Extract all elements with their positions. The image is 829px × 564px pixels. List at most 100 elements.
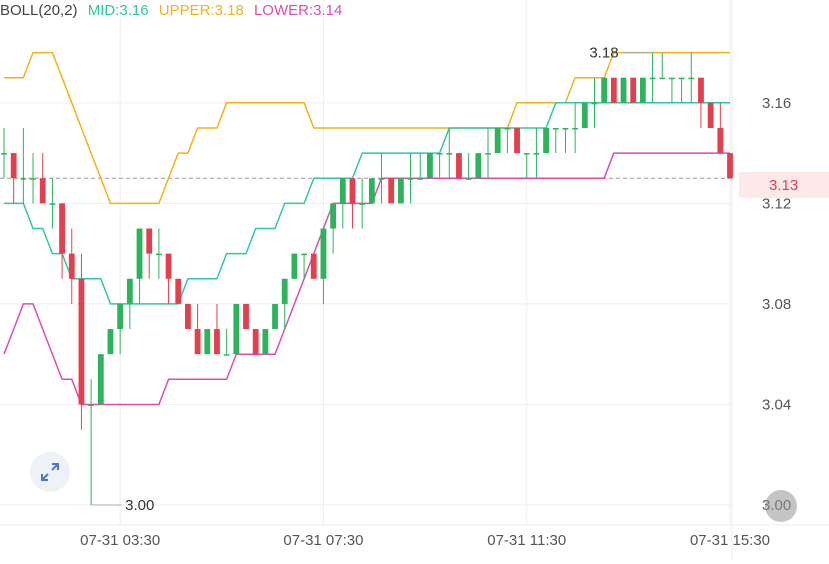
candle-body (126, 278, 133, 304)
candle-body (591, 102, 598, 105)
candle-body (659, 77, 666, 80)
candle-body (610, 77, 617, 103)
candle-body (427, 153, 433, 179)
candle-body (465, 178, 472, 180)
candle-body (281, 278, 288, 304)
candle-body (339, 178, 346, 204)
chart-canvas[interactable]: 3.163.123.083.043.0007-31 03:3007-31 07:… (0, 0, 829, 559)
candle-body (146, 228, 153, 254)
candle-body (717, 127, 724, 154)
candle-body (88, 404, 95, 406)
candle-body (20, 178, 27, 180)
candle-body (68, 253, 75, 279)
candle-body (368, 178, 375, 204)
upper-band-line (4, 51, 730, 205)
candle-body (155, 253, 162, 256)
candle-body (10, 153, 17, 179)
candlesticks (1, 52, 733, 505)
candle-body (378, 178, 385, 180)
current-price-badge: 3.13 (739, 172, 829, 198)
candle-body (252, 329, 259, 355)
candle-body (669, 77, 675, 80)
legend-upper: UPPER:3.18 (158, 2, 244, 19)
candle-body (117, 303, 124, 330)
candle-body (552, 127, 559, 130)
x-tick-label: 07-31 11:30 (487, 532, 566, 549)
candle-body (562, 127, 569, 130)
legend-mid: MID:3.16 (87, 2, 149, 19)
candle-body (204, 329, 211, 355)
candle-body (97, 354, 104, 405)
candle-body (214, 329, 220, 355)
candle-body (494, 127, 501, 154)
candle-body (243, 303, 249, 330)
candle-body (649, 77, 656, 80)
legend-boll: BOLL(20,2) (0, 2, 78, 19)
candle-body (320, 228, 327, 279)
candle-body (581, 102, 588, 128)
x-tick-label: 07-31 03:30 (80, 532, 160, 549)
candle-body (233, 303, 240, 355)
candle-body (301, 253, 307, 256)
candle-body (359, 203, 366, 205)
candle-body (407, 178, 414, 180)
candle-body (107, 329, 114, 355)
candle-body (310, 253, 317, 279)
candle-body (185, 303, 191, 330)
candle-body (533, 153, 540, 155)
candle-body (504, 127, 511, 130)
grid-layer (0, 0, 829, 559)
candle-body (194, 329, 201, 355)
candle-body (397, 178, 404, 204)
current-price-label: 3.13 (769, 176, 799, 194)
candle-body (388, 178, 395, 204)
candle-body (262, 329, 269, 355)
scroll-indicator[interactable] (765, 490, 797, 522)
candle-body (727, 153, 733, 179)
candle-body (688, 77, 695, 80)
candle-body (165, 253, 172, 279)
candle-body (136, 228, 143, 279)
candle-body (678, 77, 685, 80)
y-tick-label: 3.04 (762, 396, 791, 413)
candle-body (698, 77, 704, 103)
candle-body (175, 278, 182, 304)
candle-body (572, 127, 579, 130)
max-price-label: 3.18 (589, 45, 618, 62)
candle-body (417, 178, 424, 180)
lower-band-line (3, 152, 730, 406)
candle-body (291, 253, 298, 279)
candle-body (456, 153, 462, 179)
candle-body (30, 178, 36, 180)
axis-labels: 3.163.123.083.043.0007-31 03:3007-31 07:… (80, 45, 791, 549)
candle-body (620, 77, 627, 103)
legend-lower: LOWER:3.14 (253, 2, 343, 19)
boll-chart[interactable]: 3.163.123.083.043.0007-31 03:3007-31 07:… (0, 0, 829, 559)
y-tick-label: 3.08 (762, 296, 791, 313)
x-tick-label: 07-31 15:30 (690, 532, 770, 549)
min-price-label: 3.00 (125, 497, 154, 514)
candle-body (543, 127, 549, 154)
candle-body (523, 153, 530, 155)
candle-body (59, 203, 65, 254)
candle-body (485, 153, 491, 155)
candle-body (639, 77, 646, 103)
candle-body (707, 102, 714, 128)
indicator-legend: BOLL(20,2) MID:3.16 UPPER:3.18 LOWER:3.1… (0, 2, 348, 19)
candle-body (39, 178, 46, 204)
expand-diagonal-icon (41, 463, 59, 481)
expand-button[interactable] (30, 452, 70, 492)
candle-body (78, 278, 85, 405)
candle-body (330, 203, 337, 229)
candle-body (514, 127, 520, 154)
candle-body (349, 178, 356, 204)
candle-body (49, 203, 56, 205)
candle-body (1, 153, 7, 155)
x-tick-label: 07-31 07:30 (283, 532, 363, 549)
candle-body (436, 153, 443, 155)
y-tick-label: 3.16 (762, 95, 791, 112)
candle-body (223, 354, 230, 356)
candle-body (446, 153, 453, 155)
candle-body (630, 77, 637, 103)
candle-body (475, 153, 482, 179)
